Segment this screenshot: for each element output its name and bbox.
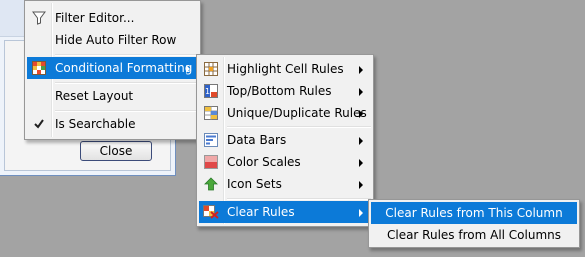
menu-separator xyxy=(55,82,198,84)
close-button[interactable]: Close xyxy=(80,141,152,161)
menu-separator xyxy=(227,126,371,128)
menu-item-label: Color Scales xyxy=(227,155,301,169)
submenu-arrow-icon xyxy=(359,209,363,217)
menu-item-clear-rules-from-all-columns[interactable]: Clear Rules from All Columns xyxy=(371,224,577,246)
menu-item-label: Highlight Cell Rules xyxy=(227,62,344,76)
menu-item-highlight-cell-rules[interactable]: Highlight Cell Rules xyxy=(199,58,371,80)
menu-item-label: Clear Rules from This Column xyxy=(385,206,563,220)
color-scales-icon xyxy=(203,154,219,170)
submenu-arrow-icon xyxy=(186,65,190,73)
column-context-menu: Filter Editor... Hide Auto Filter Row Co… xyxy=(24,0,201,140)
menu-item-top-bottom-rules[interactable]: 1 Top/Bottom Rules xyxy=(199,80,371,102)
dialog-toolbar-strip xyxy=(0,0,24,37)
menu-item-clear-rules[interactable]: Clear Rules xyxy=(199,201,371,223)
menu-item-label: Clear Rules xyxy=(227,205,295,219)
submenu-arrow-icon xyxy=(359,88,363,96)
menu-item-label: Filter Editor... xyxy=(55,11,135,25)
menu-item-label: Is Searchable xyxy=(55,117,136,131)
menu-item-label: Hide Auto Filter Row xyxy=(55,33,177,47)
top-bottom-rules-icon: 1 xyxy=(203,83,219,99)
menu-item-hide-auto-filter-row[interactable]: Hide Auto Filter Row xyxy=(27,29,198,51)
menu-item-unique-duplicate-rules[interactable]: Unique/Duplicate Rules xyxy=(199,102,371,124)
menu-item-color-scales[interactable]: Color Scales xyxy=(199,151,371,173)
clear-rules-submenu: Clear Rules from This Column Clear Rules… xyxy=(368,199,580,248)
menu-item-label: Data Bars xyxy=(227,133,287,147)
menu-item-data-bars[interactable]: Data Bars xyxy=(199,129,371,151)
menu-item-label: Icon Sets xyxy=(227,177,282,191)
menu-separator xyxy=(55,54,198,56)
highlight-cell-rules-icon xyxy=(203,61,219,77)
funnel-icon xyxy=(31,10,47,26)
submenu-arrow-icon xyxy=(359,66,363,74)
menu-item-label: Top/Bottom Rules xyxy=(227,84,332,98)
menu-separator xyxy=(55,110,198,112)
menu-item-is-searchable[interactable]: Is Searchable xyxy=(27,113,198,135)
data-bars-icon xyxy=(203,132,219,148)
checkmark-icon xyxy=(31,116,47,132)
menu-item-reset-layout[interactable]: Reset Layout xyxy=(27,85,198,107)
menu-item-filter-editor[interactable]: Filter Editor... xyxy=(27,7,198,29)
menu-item-conditional-formatting[interactable]: Conditional Formatting xyxy=(27,57,198,79)
clear-rules-icon xyxy=(203,204,219,220)
menu-item-label: Reset Layout xyxy=(55,89,134,103)
svg-text:1: 1 xyxy=(205,87,210,96)
menu-item-label: Conditional Formatting xyxy=(55,61,193,75)
submenu-arrow-icon xyxy=(359,137,363,145)
menu-item-label: Clear Rules from All Columns xyxy=(386,228,562,242)
submenu-arrow-icon xyxy=(359,181,363,189)
unique-duplicate-rules-icon xyxy=(203,105,219,121)
submenu-arrow-icon xyxy=(359,159,363,167)
submenu-arrow-icon xyxy=(359,110,363,118)
menu-item-label: Unique/Duplicate Rules xyxy=(227,106,367,120)
conditional-formatting-icon xyxy=(31,60,47,76)
menu-item-clear-rules-from-this-column[interactable]: Clear Rules from This Column xyxy=(371,202,577,224)
up-arrow-icon xyxy=(203,176,219,192)
menu-item-icon-sets[interactable]: Icon Sets xyxy=(199,173,371,195)
menu-separator xyxy=(227,198,371,200)
conditional-formatting-submenu: Highlight Cell Rules 1 Top/Bottom Rules xyxy=(196,54,374,227)
